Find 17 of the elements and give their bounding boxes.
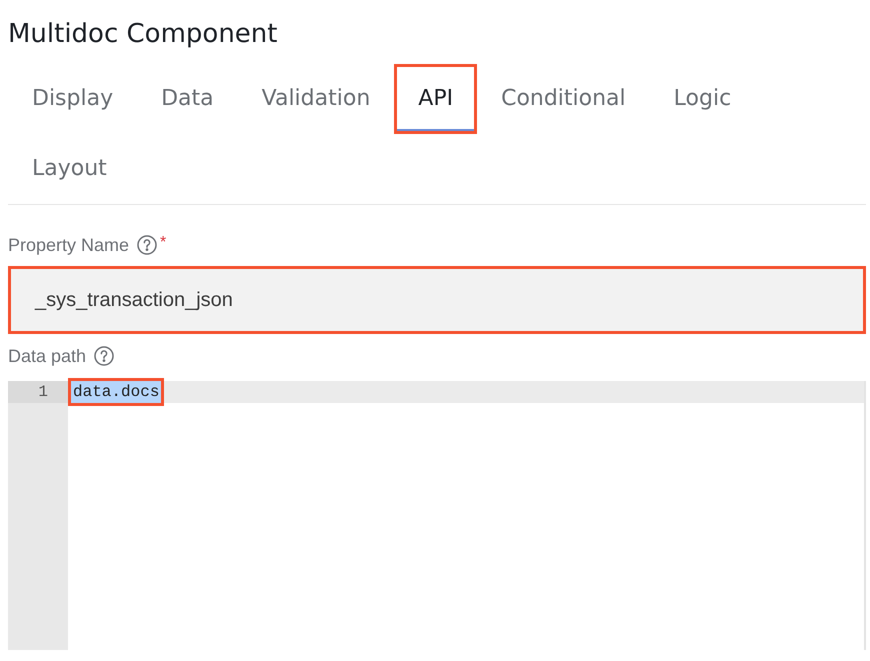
- tab[interactable]: Conditional: [477, 64, 650, 134]
- help-icon[interactable]: [137, 235, 158, 255]
- tab[interactable]: API: [394, 64, 478, 134]
- field-label: Property Name: [8, 234, 130, 257]
- tab[interactable]: Display: [8, 64, 138, 134]
- tab[interactable]: Validation: [238, 64, 394, 134]
- line-number: 1: [8, 381, 68, 403]
- code-text: data.docs: [68, 378, 164, 406]
- field-label: Data path: [8, 345, 86, 368]
- panel-title: Multidoc Component: [8, 18, 278, 51]
- tab[interactable]: Layout: [8, 134, 131, 204]
- property-name-field[interactable]: _sys_transaction_json: [8, 266, 866, 334]
- tab[interactable]: Logic: [650, 64, 756, 134]
- tab[interactable]: Data: [137, 64, 238, 134]
- help-icon[interactable]: [94, 346, 114, 366]
- code-editor[interactable]: 1 data.docs: [8, 381, 866, 650]
- required-mark: *: [160, 233, 166, 253]
